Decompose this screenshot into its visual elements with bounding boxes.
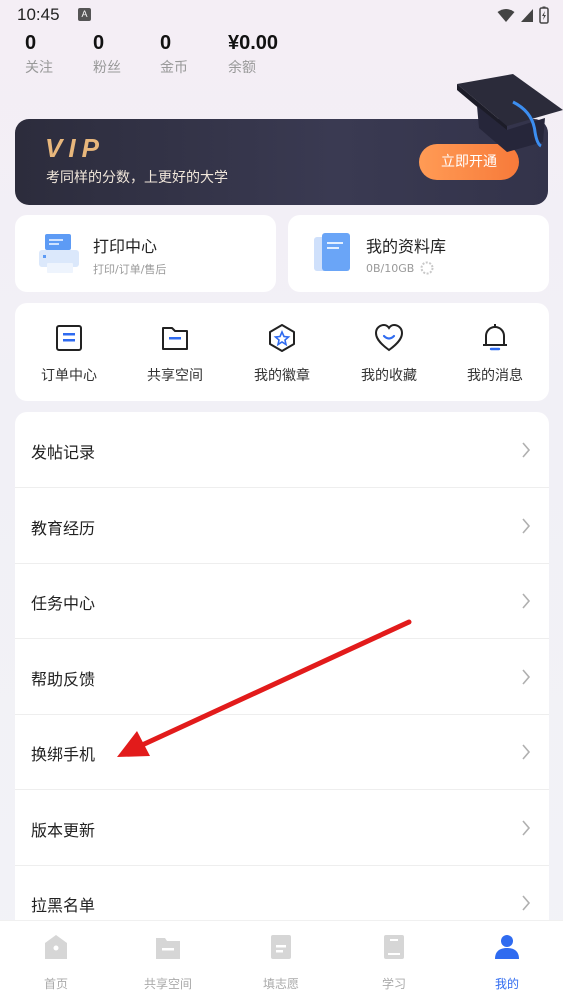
badge-icon — [269, 324, 295, 352]
stat-label: 余额 — [228, 60, 256, 76]
status-icons — [497, 6, 549, 24]
quick-my-badges[interactable]: 我的徽章 — [237, 323, 327, 385]
folder-icon — [162, 327, 188, 350]
nav-profile[interactable]: 我的 — [457, 933, 557, 992]
stat-value: 0 — [93, 32, 105, 54]
nav-study[interactable]: 学习 — [344, 933, 444, 992]
menu-label: 版本更新 — [31, 821, 96, 840]
status-bar: 10:45 A — [0, 0, 563, 30]
stat-label: 金币 — [160, 60, 188, 76]
menu-post-history[interactable]: 发帖记录 — [15, 412, 549, 488]
menu-label: 拉黑名单 — [31, 896, 96, 915]
stat-label: 粉丝 — [93, 60, 121, 76]
chevron-right-icon — [522, 442, 531, 458]
quick-actions: 订单中心 共享空间 我的徽章 我的收藏 我的消息 — [15, 303, 549, 401]
library-usage-text: 0B/10GB — [366, 261, 415, 275]
menu-label: 任务中心 — [31, 594, 96, 613]
print-center-subtitle-text: 打印/订单/售后 — [93, 263, 167, 276]
chevron-right-icon — [522, 744, 531, 760]
nav-label: 首页 — [43, 977, 68, 991]
menu-label: 换绑手机 — [31, 745, 96, 764]
menu-change-phone[interactable]: 换绑手机 — [15, 714, 549, 790]
graduation-cap-icon — [457, 74, 563, 152]
home-icon — [45, 935, 67, 959]
chevron-right-icon — [522, 593, 531, 609]
stat-value: 0 — [25, 32, 37, 54]
stat-value: ¥0.00 — [228, 32, 279, 54]
stat-label: 关注 — [25, 60, 53, 76]
nav-label: 共享空间 — [143, 977, 192, 991]
quick-label: 共享空间 — [147, 368, 203, 384]
book-icon — [384, 935, 404, 959]
battery-icon — [539, 6, 549, 24]
menu-label: 帮助反馈 — [31, 670, 96, 689]
nav-label: 填志愿 — [262, 977, 299, 991]
quick-order-center[interactable]: 订单中心 — [24, 323, 114, 385]
stat-followers[interactable]: 0 粉丝 — [93, 32, 121, 77]
menu-label: 发帖记录 — [31, 443, 96, 462]
menu-task-center[interactable]: 任务中心 — [15, 563, 549, 639]
bell-icon — [483, 324, 507, 351]
vip-logo: VIP — [45, 133, 105, 163]
quick-label: 我的收藏 — [361, 368, 417, 384]
menu-blocklist[interactable]: 拉黑名单 — [15, 865, 549, 920]
stat-coins[interactable]: 0 金币 — [160, 32, 188, 77]
menu-education[interactable]: 教育经历 — [15, 488, 549, 564]
chevron-right-icon — [522, 518, 531, 534]
profile-icon — [495, 935, 519, 959]
quick-label: 订单中心 — [41, 368, 97, 384]
nav-label: 我的 — [494, 977, 519, 991]
vip-subtitle: 考同样的分数，上更好的大学 — [46, 170, 228, 186]
print-center-subtitle: 打印/订单/售后 — [93, 261, 166, 277]
stat-following[interactable]: 0 关注 — [25, 32, 53, 77]
documents-icon — [314, 233, 350, 271]
nav-shared-space[interactable]: 共享空间 — [118, 933, 218, 992]
quick-shared-space[interactable]: 共享空间 — [130, 323, 220, 385]
wifi-icon — [497, 8, 515, 22]
quick-label: 我的消息 — [467, 368, 523, 384]
share-space-icon — [156, 938, 180, 959]
nav-home[interactable]: 首页 — [6, 933, 106, 992]
quick-my-messages[interactable]: 我的消息 — [450, 323, 540, 385]
settings-menu: 发帖记录 教育经历 任务中心 帮助反馈 换绑手机 版本更新 拉黑名单 — [15, 412, 549, 920]
nav-label: 学习 — [381, 977, 406, 991]
my-library-title: 我的资料库 — [366, 237, 447, 256]
signal-icon — [521, 8, 533, 22]
chevron-right-icon — [522, 895, 531, 911]
usage-ring-icon — [420, 261, 434, 275]
print-center-title: 打印中心 — [93, 237, 158, 256]
stat-balance[interactable]: ¥0.00 余额 — [228, 32, 278, 77]
status-time: 10:45 — [17, 5, 60, 24]
application-icon — [271, 935, 291, 959]
menu-label: 教育经历 — [31, 519, 96, 538]
my-library-usage: 0B/10GB — [366, 261, 434, 275]
chevron-right-icon — [522, 820, 531, 836]
chevron-right-icon — [522, 669, 531, 685]
menu-version-update[interactable]: 版本更新 — [15, 790, 549, 866]
notification-icon: A — [78, 8, 91, 21]
my-library-card[interactable]: 我的资料库 0B/10GB — [288, 215, 549, 292]
print-center-card[interactable]: 打印中心 打印/订单/售后 — [15, 215, 276, 292]
order-icon — [56, 325, 82, 351]
quick-my-favorites[interactable]: 我的收藏 — [344, 323, 434, 385]
menu-help-feedback[interactable]: 帮助反馈 — [15, 639, 549, 715]
heart-icon — [374, 323, 404, 352]
stat-value: 0 — [160, 32, 172, 54]
quick-label: 我的徽章 — [254, 368, 310, 384]
nav-application[interactable]: 填志愿 — [231, 933, 331, 992]
bottom-nav: 首页 共享空间 填志愿 学习 我的 — [0, 920, 563, 1000]
printer-icon — [39, 234, 79, 273]
